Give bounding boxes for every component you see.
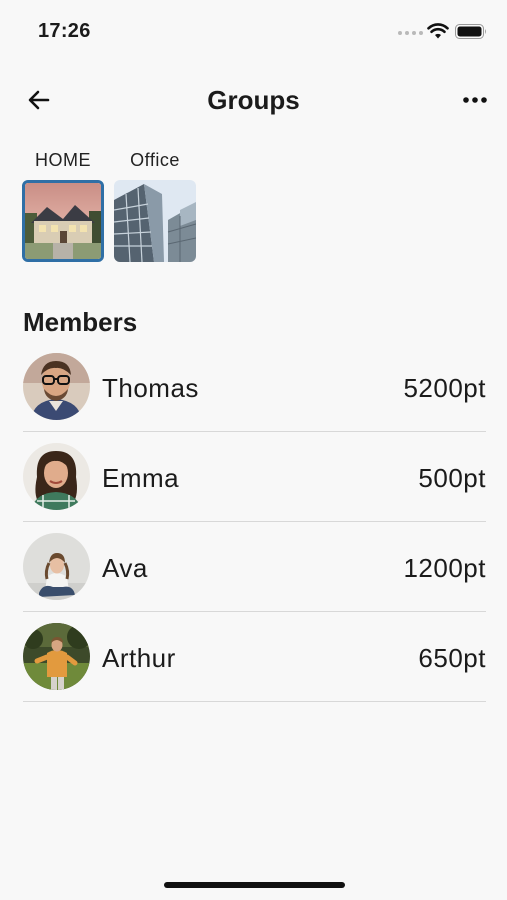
- group-name: HOME: [35, 150, 91, 170]
- avatar: [23, 443, 90, 510]
- group-office[interactable]: Office: [114, 148, 196, 262]
- wifi-icon: [427, 23, 449, 39]
- more-button[interactable]: [458, 84, 492, 116]
- avatar: [23, 533, 90, 600]
- groups-list: HOME Office: [22, 148, 196, 262]
- member-points: 1200pt: [403, 553, 486, 583]
- member-name: Arthur: [102, 643, 176, 673]
- member-points: 500pt: [418, 463, 486, 493]
- cellular-signal-icon: [398, 31, 423, 35]
- member-row-ava[interactable]: Ava 1200pt: [23, 522, 486, 612]
- battery-icon: [455, 24, 486, 39]
- avatar-ava: [23, 533, 90, 600]
- page-title: Groups: [207, 85, 300, 115]
- status-time: 17:26: [38, 20, 91, 42]
- avatar-arthur: [23, 623, 90, 690]
- member-name: Thomas: [102, 373, 199, 403]
- group-home-image[interactable]: [22, 180, 104, 262]
- navigation-bar: Groups: [0, 72, 507, 128]
- avatar-thomas: [23, 353, 90, 420]
- member-row-emma[interactable]: Emma 500pt: [23, 432, 486, 522]
- member-name: Emma: [102, 463, 180, 493]
- avatar: [23, 353, 90, 420]
- group-home[interactable]: HOME: [22, 148, 104, 262]
- members-heading: Members: [23, 307, 138, 337]
- members-list: Thomas 5200pt Emma 500pt Ava 1200pt Arth…: [23, 342, 486, 702]
- house-photo: [25, 183, 101, 259]
- group-name: Office: [130, 150, 180, 170]
- status-bar: 17:26: [0, 0, 507, 62]
- avatar-emma: [23, 443, 90, 510]
- office-building-photo: [114, 180, 196, 262]
- member-name: Ava: [102, 553, 148, 583]
- member-row-arthur[interactable]: Arthur 650pt: [23, 612, 486, 702]
- group-office-image[interactable]: [114, 180, 196, 262]
- member-points: 5200pt: [403, 373, 486, 403]
- member-row-thomas[interactable]: Thomas 5200pt: [23, 342, 486, 432]
- more-horizontal-icon: [463, 97, 487, 103]
- home-indicator[interactable]: [164, 882, 345, 888]
- avatar: [23, 623, 90, 690]
- member-points: 650pt: [418, 643, 486, 673]
